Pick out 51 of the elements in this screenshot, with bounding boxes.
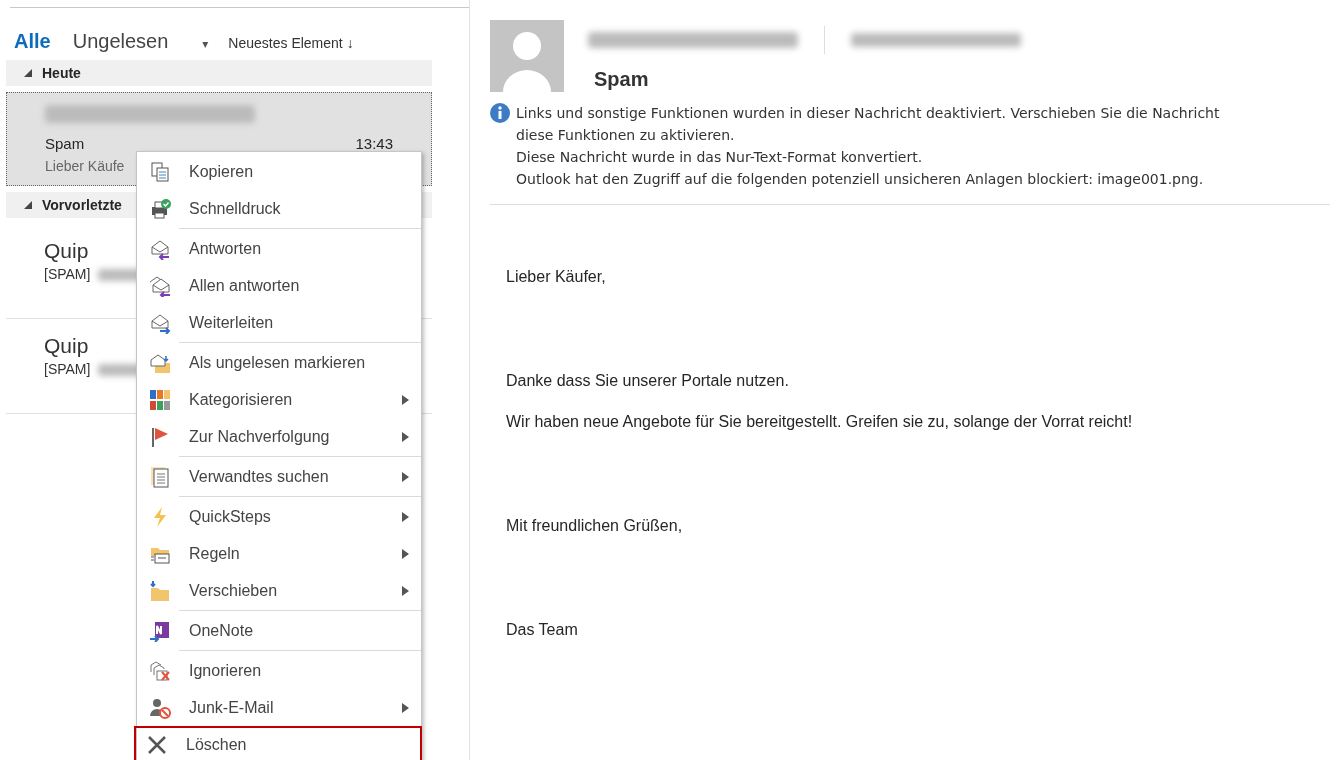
group-label: Vorvorletzte [42, 195, 122, 215]
menu-item[interactable]: Ignorieren [137, 652, 421, 689]
blocked-user-icon [149, 696, 171, 719]
menu-item[interactable]: Als ungelesen markieren [137, 344, 421, 381]
ignore-icon [149, 659, 171, 682]
body-text: Danke dass Sie unserer Portale nutzen. [506, 371, 789, 391]
message-subject: Spam [594, 67, 650, 92]
filter-tab[interactable]: Ungelesen [72, 26, 191, 56]
menu-item[interactable]: Kategorisieren [137, 381, 421, 418]
mail-preview: [SPAM] [44, 360, 91, 379]
mail-time: 13:43 [355, 134, 393, 154]
delete-icon [146, 733, 168, 756]
info-icon [490, 102, 510, 122]
menu-item[interactable]: Regeln [137, 535, 421, 572]
menu-item[interactable]: OneNote [137, 612, 421, 649]
menu-item[interactable]: Antworten [137, 230, 421, 267]
sender-name: Quip [44, 333, 89, 359]
menu-item[interactable]: Junk-E-Mail [137, 689, 421, 726]
menu-item[interactable]: Verwandtes suchen [137, 458, 421, 495]
copy-icon [149, 160, 171, 183]
onenote-icon [149, 619, 171, 642]
mail-preview: Lieber Käufe [45, 156, 125, 176]
category-grid-icon [149, 388, 171, 411]
info-text: diese Funktionen zu aktivieren. [516, 126, 736, 145]
folder-icon [149, 579, 171, 602]
printer-icon [149, 197, 171, 220]
group-header[interactable]: Heute [6, 60, 432, 86]
sender-name: Quip [44, 238, 89, 264]
info-text: Outlook hat den Zugriff auf die folgenden potenziell unsicheren Anlagen blockiert: image001.png. [516, 170, 1205, 189]
sort-button[interactable]: Neuestes Element ↓ [228, 33, 354, 54]
menu-item[interactable]: Verschieben [137, 572, 421, 609]
document-icon [149, 465, 171, 488]
filter-tab[interactable]: Alle [14, 26, 73, 56]
menu-item[interactable]: Zur Nachverfolgung [137, 418, 421, 455]
info-text: Links und sonstige Funktionen wurden in dieser Nachricht deaktiviert. Verschieben Sie die Nachricht [516, 104, 1220, 123]
collapse-triangle-icon[interactable] [24, 201, 32, 209]
body-text: Das Team [506, 620, 578, 640]
mail-preview: [SPAM] [44, 265, 91, 284]
body-text: Mit freundlichen Grüßen, [506, 516, 683, 536]
menu-item[interactable]: Schnelldruck [137, 190, 421, 227]
collapse-triangle-icon[interactable] [24, 69, 32, 77]
reply-all-icon [149, 274, 171, 297]
menu-item[interactable]: QuickSteps [137, 498, 421, 535]
menu-item[interactable]: Löschen [134, 726, 422, 760]
body-text: Wir haben neue Angebote für Sie bereitgestellt. Greifen sie zu, solange der Vorrat reicht! [506, 412, 1133, 432]
menu-item[interactable]: Allen antworten [137, 267, 421, 304]
mail-subject: Spam [45, 134, 85, 154]
info-text: Diese Nachricht wurde in das Nur-Text-Format konvertiert. [516, 148, 924, 167]
menu-item[interactable]: Weiterleiten [137, 304, 421, 341]
body-text: Lieber Käufer, [506, 267, 606, 287]
group-label: Heute [42, 63, 81, 83]
